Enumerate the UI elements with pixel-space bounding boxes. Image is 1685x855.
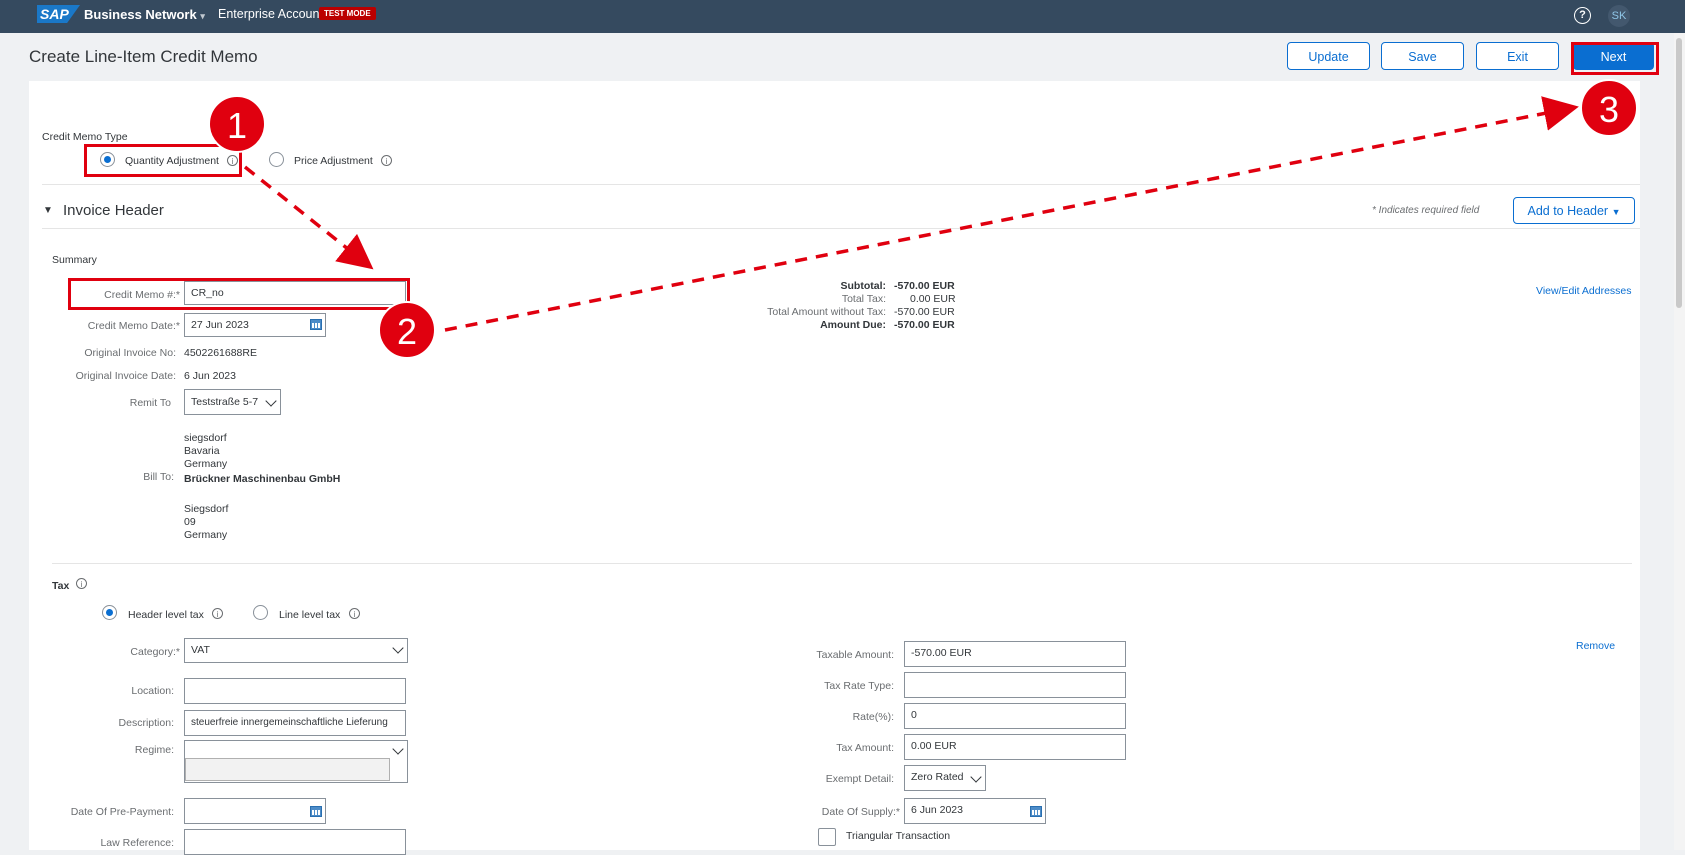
arrow-step1-to-step2: [243, 165, 374, 270]
step-badge-1: 1: [208, 95, 266, 153]
step-badge-3: 3: [1580, 79, 1638, 137]
arrow-step2-to-step3: [444, 96, 1579, 332]
step-badge-2: 2: [378, 301, 436, 359]
